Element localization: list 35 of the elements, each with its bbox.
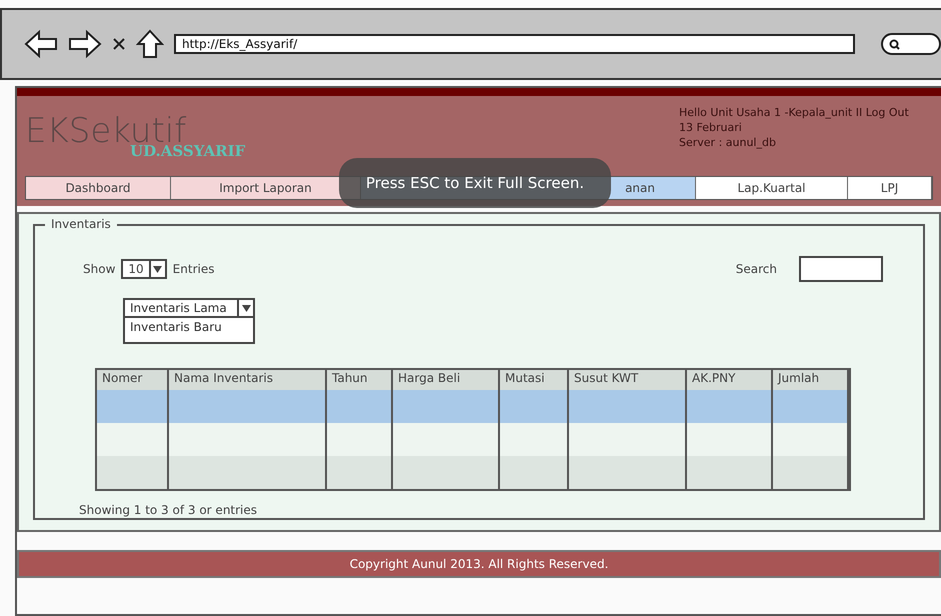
nav-tab[interactable]: LPJ bbox=[848, 177, 932, 199]
column-header: AK.PNY bbox=[687, 370, 773, 390]
caret-icon bbox=[153, 266, 162, 272]
column-header: Nama Inventaris bbox=[169, 370, 327, 390]
nav-tab[interactable]: Lap.Kuartal bbox=[696, 177, 848, 199]
table-cell bbox=[500, 390, 569, 423]
search-input[interactable] bbox=[799, 256, 883, 282]
dropdown-option[interactable]: Inventaris Baru bbox=[123, 318, 255, 344]
entries-label: Entries bbox=[172, 262, 214, 276]
column-header: Mutasi bbox=[500, 370, 569, 390]
close-icon[interactable] bbox=[112, 37, 126, 51]
column-header: Harga Beli bbox=[393, 370, 500, 390]
url-field[interactable]: http://Eks_Assyarif/ bbox=[174, 34, 855, 54]
caret-icon bbox=[242, 304, 250, 312]
show-label: Show bbox=[83, 262, 116, 276]
search-field[interactable] bbox=[881, 33, 941, 55]
column-header: Jumlah bbox=[773, 370, 849, 390]
category-select[interactable]: Inventaris Lama bbox=[123, 298, 255, 318]
group-title: Inventaris bbox=[45, 217, 117, 231]
entries-select[interactable]: 10 bbox=[121, 259, 167, 279]
table-info: Showing 1 to 3 of 3 or entries bbox=[79, 503, 258, 517]
column-header: Nomer bbox=[97, 370, 169, 390]
forward-arrow-icon[interactable] bbox=[68, 29, 102, 59]
back-arrow-icon[interactable] bbox=[24, 29, 58, 59]
search-label: Search bbox=[736, 262, 777, 276]
greeting-text: Hello Unit Usaha 1 -Kepala_unit II Log Out bbox=[679, 106, 910, 119]
column-header: Tahun bbox=[327, 370, 393, 390]
column-header: Susut KWT bbox=[569, 370, 687, 390]
table-cell bbox=[327, 390, 393, 423]
date-text: 13 Februari bbox=[679, 121, 743, 134]
server-text: Server : aunul_db bbox=[679, 136, 777, 149]
nav-tab[interactable]: Dashboard bbox=[26, 177, 171, 199]
search-icon bbox=[889, 38, 900, 50]
fullscreen-toast: Press ESC to Exit Full Screen. bbox=[339, 158, 611, 208]
footer-bar: Copyright Aunul 2013. All Rights Reserved. bbox=[17, 550, 941, 578]
